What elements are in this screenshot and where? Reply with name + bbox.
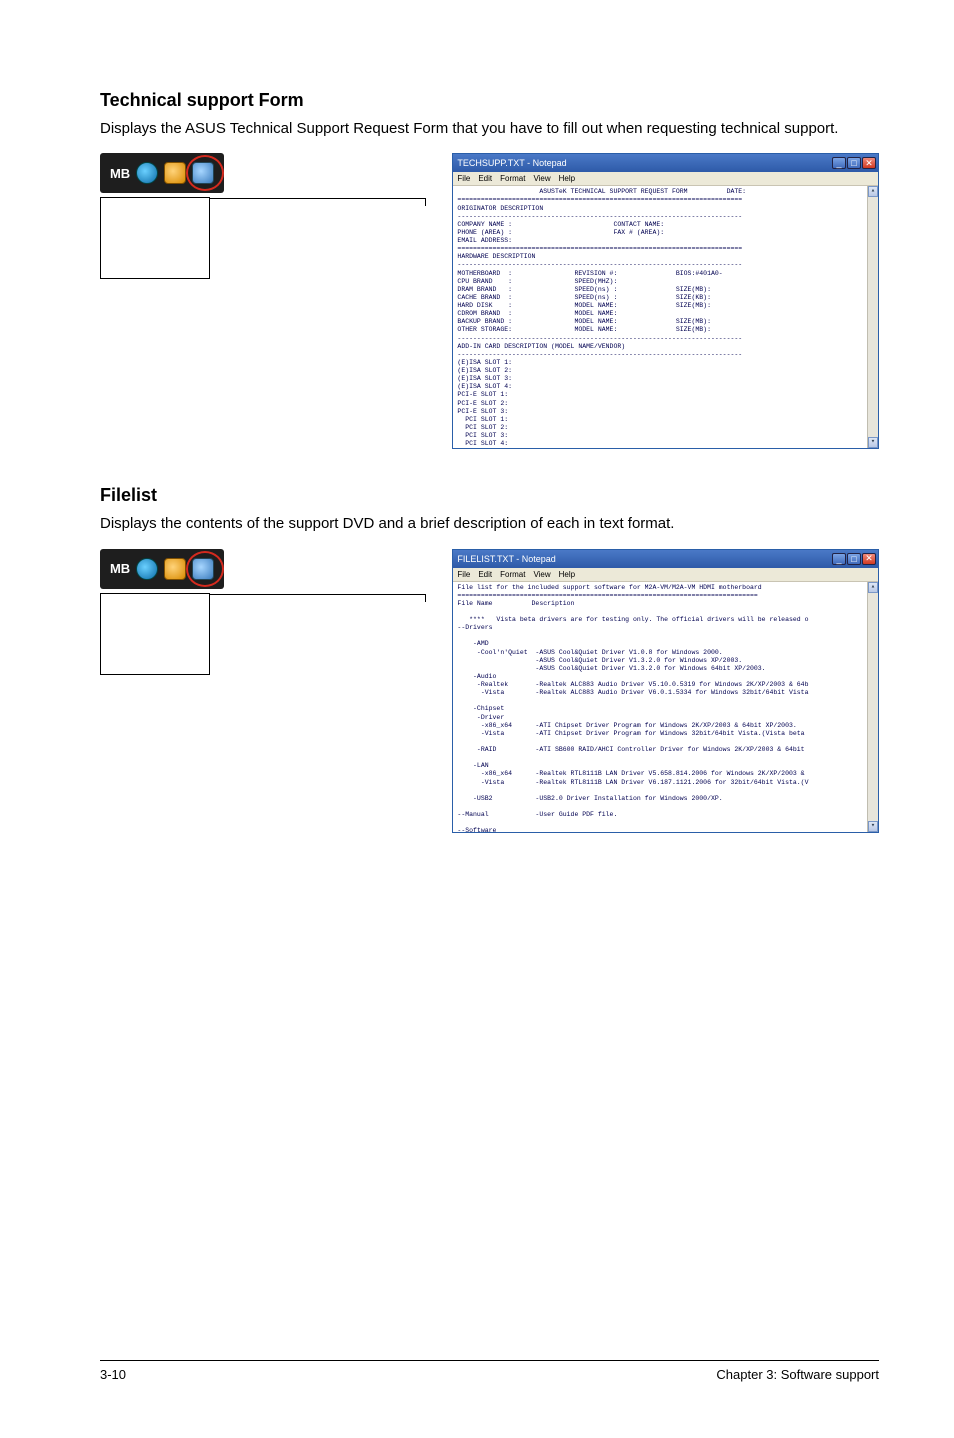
window-controls: _ □ ✕ <box>832 157 876 169</box>
section-filelist: Filelist Displays the contents of the su… <box>100 485 879 832</box>
document-icon-2 <box>192 558 214 580</box>
document-icon <box>192 162 214 184</box>
scroll-track-2[interactable] <box>868 593 878 821</box>
connector-line <box>210 198 425 199</box>
minimize-button-2[interactable]: _ <box>832 553 846 565</box>
window-titlebar[interactable]: TECHSUPP.TXT - Notepad _ □ ✕ <box>453 154 878 172</box>
disc-icon-2 <box>136 558 158 580</box>
menu-format[interactable]: Format <box>500 174 525 183</box>
page-footer: 3-10 Chapter 3: Software support <box>100 1360 879 1382</box>
connector-box-2 <box>100 593 210 675</box>
maximize-button[interactable]: □ <box>847 157 861 169</box>
menu-format-2[interactable]: Format <box>500 570 525 579</box>
menu-file[interactable]: File <box>457 174 470 183</box>
wrench-icon <box>164 162 186 184</box>
section1-desc: Displays the ASUS Technical Support Requ… <box>100 119 879 139</box>
scroll-up-icon[interactable]: ▴ <box>868 186 878 197</box>
menu-file-2[interactable]: File <box>457 570 470 579</box>
connector-drop-2 <box>425 594 426 602</box>
notepad-window-techsupport: TECHSUPP.TXT - Notepad _ □ ✕ File Edit F… <box>452 153 879 449</box>
maximize-button-2[interactable]: □ <box>847 553 861 565</box>
wrench-icon-2 <box>164 558 186 580</box>
mb-label: MB <box>110 166 130 181</box>
menu-view-2[interactable]: View <box>533 570 550 579</box>
menu-edit[interactable]: Edit <box>478 174 492 183</box>
chapter-label: Chapter 3: Software support <box>716 1367 879 1382</box>
minimize-button[interactable]: _ <box>832 157 846 169</box>
page-number: 3-10 <box>100 1367 126 1382</box>
connector-line-2 <box>210 594 425 595</box>
notepad-window-filelist: FILELIST.TXT - Notepad _ □ ✕ File Edit F… <box>452 549 879 833</box>
scroll-down-icon-2[interactable]: ▾ <box>868 821 878 832</box>
section2-title: Filelist <box>100 485 879 506</box>
connector-drop <box>425 198 426 206</box>
menu-help-2[interactable]: Help <box>559 570 575 579</box>
section1-title: Technical support Form <box>100 90 879 111</box>
notepad-textarea[interactable]: ASUSTeK TECHNICAL SUPPORT REQUEST FORM D… <box>453 186 878 448</box>
scroll-up-icon-2[interactable]: ▴ <box>868 582 878 593</box>
asus-utility-toolbar: MB <box>100 153 224 193</box>
section2-desc: Displays the contents of the support DVD… <box>100 514 879 534</box>
notepad-menubar-2: File Edit Format View Help <box>453 568 878 582</box>
disc-icon <box>136 162 158 184</box>
mb-label-2: MB <box>110 561 130 576</box>
section-techsupport: Technical support Form Displays the ASUS… <box>100 90 879 449</box>
asus-utility-toolbar-2: MB <box>100 549 224 589</box>
menu-view[interactable]: View <box>533 174 550 183</box>
scroll-track[interactable] <box>868 197 878 437</box>
close-button[interactable]: ✕ <box>862 157 876 169</box>
vertical-scrollbar-2[interactable]: ▴ ▾ <box>867 582 878 832</box>
connector-box <box>100 197 210 279</box>
scroll-down-icon[interactable]: ▾ <box>868 437 878 448</box>
vertical-scrollbar[interactable]: ▴ ▾ <box>867 186 878 448</box>
notepad-textarea-2[interactable]: File list for the included support softw… <box>453 582 878 832</box>
window-title: TECHSUPP.TXT - Notepad <box>457 158 566 168</box>
window-title-2: FILELIST.TXT - Notepad <box>457 554 555 564</box>
figure-filelist: MB FILELIST.TXT - Notepad _ □ ✕ <box>100 549 879 833</box>
close-button-2[interactable]: ✕ <box>862 553 876 565</box>
window-titlebar-2[interactable]: FILELIST.TXT - Notepad _ □ ✕ <box>453 550 878 568</box>
menu-help[interactable]: Help <box>559 174 575 183</box>
figure-techsupport: MB TECHSUPP.TXT - Notepad _ □ ✕ <box>100 153 879 449</box>
notepad-menubar: File Edit Format View Help <box>453 172 878 186</box>
window-controls-2: _ □ ✕ <box>832 553 876 565</box>
menu-edit-2[interactable]: Edit <box>478 570 492 579</box>
